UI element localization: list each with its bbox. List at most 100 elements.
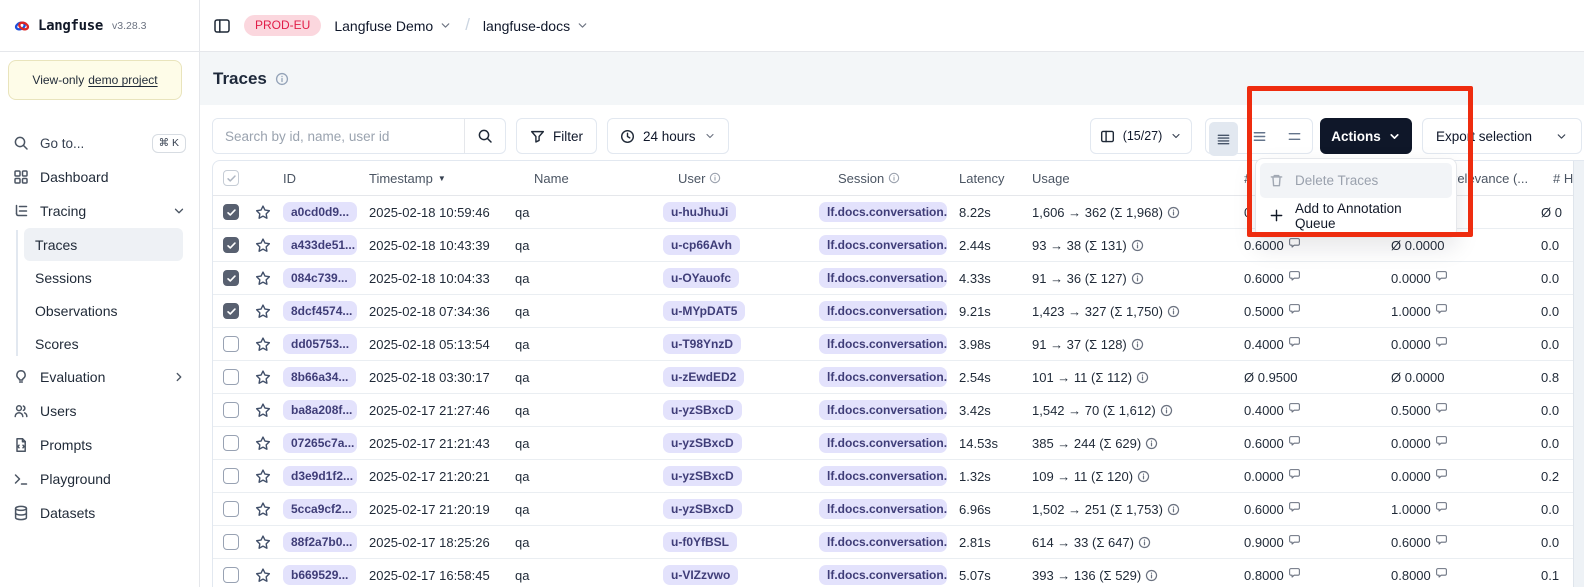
row-checkbox[interactable]: [223, 534, 239, 550]
favorite-star-button[interactable]: [249, 501, 277, 518]
trace-id-badge[interactable]: 8b66a34...: [283, 367, 356, 387]
time-range-button[interactable]: 24 hours: [607, 118, 729, 154]
sidebar-toggle-icon[interactable]: [213, 17, 231, 35]
goto-search[interactable]: Go to... ⌘ K: [0, 127, 199, 159]
sidebar-item-playground[interactable]: Playground: [0, 462, 199, 496]
trace-id-badge[interactable]: dd05753...: [283, 334, 357, 354]
user-badge[interactable]: u-yzSBxcD: [663, 433, 742, 453]
sidebar-item-observations[interactable]: Observations: [24, 294, 183, 327]
session-badge[interactable]: lf.docs.conversation...: [819, 466, 947, 486]
sidebar-item-sessions[interactable]: Sessions: [24, 261, 183, 294]
demo-project-link[interactable]: demo project: [88, 73, 157, 87]
trace-id-badge[interactable]: d3e9d1f2...: [283, 466, 357, 486]
user-badge[interactable]: u-huJhuJi: [663, 202, 736, 222]
favorite-star-button[interactable]: [249, 369, 277, 386]
header-usage[interactable]: Usage: [1026, 171, 1231, 186]
favorite-star-button[interactable]: [249, 534, 277, 551]
header-session[interactable]: Session: [813, 171, 953, 186]
row-height-small-button[interactable]: [1209, 122, 1238, 156]
favorite-star-button[interactable]: [249, 336, 277, 353]
session-badge[interactable]: lf.docs.conversation...: [819, 301, 947, 321]
row-checkbox[interactable]: [223, 567, 239, 583]
row-checkbox[interactable]: [223, 501, 239, 517]
trace-id-badge[interactable]: a0cd0d9...: [283, 202, 357, 222]
session-badge[interactable]: lf.docs.conversation...: [819, 235, 947, 255]
header-name[interactable]: Name: [509, 171, 657, 186]
select-all-checkbox[interactable]: [223, 170, 239, 186]
search-submit-button[interactable]: [464, 119, 505, 153]
row-checkbox[interactable]: [223, 402, 239, 418]
row-checkbox[interactable]: [223, 435, 239, 451]
org-switcher[interactable]: Langfuse Demo: [334, 18, 452, 34]
session-badge[interactable]: lf.docs.conversation...: [819, 400, 947, 420]
project-switcher[interactable]: langfuse-docs: [483, 18, 589, 34]
menu-item-add-to-annotation-queue[interactable]: Add to Annotation Queue: [1260, 198, 1452, 233]
sidebar-item-datasets[interactable]: Datasets: [0, 496, 199, 530]
row-height-large-button[interactable]: [1277, 119, 1312, 153]
trace-id-badge[interactable]: 07265c7a...: [283, 433, 357, 453]
trace-id-badge[interactable]: ba8a208f...: [283, 400, 357, 420]
row-checkbox[interactable]: [223, 237, 239, 253]
table-scrollbar-track[interactable]: [1573, 161, 1584, 587]
sidebar-item-traces[interactable]: Traces: [24, 228, 183, 261]
trace-id-badge[interactable]: a433de51...: [283, 235, 357, 255]
row-checkbox[interactable]: [223, 270, 239, 286]
favorite-star-button[interactable]: [249, 270, 277, 287]
sidebar-item-scores[interactable]: Scores: [24, 327, 183, 360]
favorite-star-button[interactable]: [249, 435, 277, 452]
filter-button[interactable]: Filter: [516, 118, 597, 154]
favorite-star-button[interactable]: [249, 303, 277, 320]
sidebar-item-evaluation[interactable]: Evaluation: [0, 360, 199, 394]
session-badge[interactable]: lf.docs.conversation...: [819, 268, 947, 288]
session-badge[interactable]: lf.docs.conversation...: [819, 367, 947, 387]
table-row[interactable]: b669529... 2025-02-17 16:58:45 qa u-VIZz…: [213, 559, 1584, 587]
trace-id-badge[interactable]: b669529...: [283, 565, 356, 585]
user-badge[interactable]: u-yzSBxcD: [663, 400, 742, 420]
table-row[interactable]: 88f2a7b0... 2025-02-17 18:25:26 qa u-f0Y…: [213, 526, 1584, 559]
row-checkbox[interactable]: [223, 369, 239, 385]
row-checkbox[interactable]: [223, 468, 239, 484]
row-checkbox[interactable]: [223, 303, 239, 319]
user-badge[interactable]: u-T98YnzD: [663, 334, 741, 354]
row-checkbox[interactable]: [223, 336, 239, 352]
row-height-medium-button[interactable]: [1241, 119, 1276, 153]
table-row[interactable]: d3e9d1f2... 2025-02-17 21:20:21 qa u-yzS…: [213, 460, 1584, 493]
sidebar-item-tracing[interactable]: Tracing: [0, 194, 199, 228]
header-user[interactable]: User: [657, 171, 813, 186]
favorite-star-button[interactable]: [249, 567, 277, 584]
favorite-star-button[interactable]: [249, 468, 277, 485]
sidebar-item-dashboard[interactable]: Dashboard: [0, 160, 199, 194]
header-timestamp[interactable]: Timestamp▼: [363, 171, 509, 186]
user-badge[interactable]: u-yzSBxcD: [663, 466, 742, 486]
table-row[interactable]: 8dcf4574... 2025-02-18 07:34:36 qa u-MYp…: [213, 295, 1584, 328]
row-checkbox[interactable]: [223, 204, 239, 220]
user-badge[interactable]: u-VIZzvwo: [663, 565, 738, 585]
session-badge[interactable]: lf.docs.conversation...: [819, 202, 947, 222]
user-badge[interactable]: u-MYpDAT5: [663, 301, 745, 321]
table-row[interactable]: dd05753... 2025-02-18 05:13:54 qa u-T98Y…: [213, 328, 1584, 361]
session-badge[interactable]: lf.docs.conversation...: [819, 433, 947, 453]
user-badge[interactable]: u-cp66Avh: [663, 235, 740, 255]
trace-id-badge[interactable]: 8dcf4574...: [283, 301, 357, 321]
sidebar-item-prompts[interactable]: Prompts: [0, 428, 199, 462]
table-row[interactable]: 07265c7a... 2025-02-17 21:21:43 qa u-yzS…: [213, 427, 1584, 460]
actions-button[interactable]: Actions: [1320, 118, 1412, 154]
header-id[interactable]: ID: [277, 171, 363, 186]
table-row[interactable]: 084c739... 2025-02-18 10:04:33 qa u-OYau…: [213, 262, 1584, 295]
user-badge[interactable]: u-yzSBxcD: [663, 499, 742, 519]
session-badge[interactable]: lf.docs.conversation...: [819, 334, 947, 354]
user-badge[interactable]: u-f0YfBSL: [663, 532, 737, 552]
favorite-star-button[interactable]: [249, 237, 277, 254]
table-row[interactable]: 8b66a34... 2025-02-18 03:30:17 qa u-zEwd…: [213, 361, 1584, 394]
export-selection-button[interactable]: Export selection: [1422, 118, 1582, 154]
search-input[interactable]: [213, 119, 464, 153]
favorite-star-button[interactable]: [249, 204, 277, 221]
trace-id-badge[interactable]: 5cca9cf2...: [283, 499, 357, 519]
user-badge[interactable]: u-OYauofc: [663, 268, 739, 288]
column-visibility-button[interactable]: (15/27): [1090, 118, 1192, 154]
session-badge[interactable]: lf.docs.conversation...: [819, 532, 947, 552]
trace-id-badge[interactable]: 084c739...: [283, 268, 356, 288]
table-row[interactable]: ba8a208f... 2025-02-17 21:27:46 qa u-yzS…: [213, 394, 1584, 427]
header-latency[interactable]: Latency: [953, 171, 1026, 186]
table-row[interactable]: 5cca9cf2... 2025-02-17 21:20:19 qa u-yzS…: [213, 493, 1584, 526]
